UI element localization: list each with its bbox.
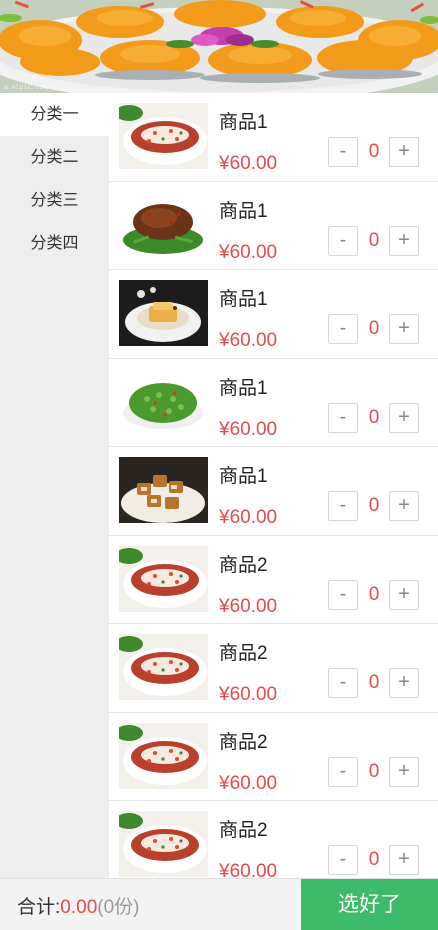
product-image bbox=[119, 545, 208, 612]
increase-button[interactable]: + bbox=[389, 579, 419, 610]
product-price: ¥60.00 bbox=[219, 418, 278, 440]
decrease-button[interactable]: - bbox=[328, 579, 358, 610]
decrease-button[interactable]: - bbox=[328, 314, 358, 344]
product-name: 商品1 bbox=[219, 377, 268, 399]
decrease-button[interactable]: - bbox=[328, 491, 358, 521]
cart-footer: 合计:0.00(0份) 选好了 bbox=[0, 878, 438, 930]
product-name: 商品2 bbox=[219, 554, 268, 576]
decrease-button[interactable]: - bbox=[328, 402, 358, 433]
product-name: 商品1 bbox=[219, 466, 268, 487]
quantity-value: 0 bbox=[368, 229, 380, 251]
product-price: ¥60.00 bbox=[219, 772, 278, 794]
product-image bbox=[119, 811, 208, 877]
product-image bbox=[119, 280, 208, 346]
sidebar-item-category-2[interactable]: 分类二 bbox=[0, 136, 109, 179]
increase-button[interactable]: + bbox=[389, 402, 419, 433]
product-item: 商品1 ¥60.00 - 0 + bbox=[109, 270, 438, 359]
quantity-value: 0 bbox=[368, 672, 380, 693]
product-price: ¥60.00 bbox=[219, 507, 278, 528]
product-price: ¥60.00 bbox=[219, 330, 278, 351]
increase-button[interactable]: + bbox=[389, 668, 419, 698]
product-item: 商品2 ¥60.00 - 0 + bbox=[109, 713, 438, 801]
decrease-button[interactable]: - bbox=[328, 668, 358, 698]
quantity-value: 0 bbox=[368, 406, 380, 428]
increase-button[interactable]: + bbox=[389, 225, 419, 256]
product-image bbox=[119, 457, 208, 523]
product-image bbox=[119, 368, 208, 435]
product-image bbox=[119, 634, 208, 700]
decrease-button[interactable]: - bbox=[328, 845, 358, 875]
cart-total: 合计:0.00(0份) bbox=[17, 892, 140, 919]
product-price: ¥60.00 bbox=[219, 153, 278, 174]
confirm-selection-button[interactable]: 选好了 bbox=[301, 879, 438, 930]
quantity-value: 0 bbox=[368, 583, 380, 605]
total-label: 合计: bbox=[17, 897, 61, 918]
product-price: ¥60.00 bbox=[219, 241, 278, 263]
product-item: 商品1 ¥60.00 - 0 + bbox=[109, 359, 438, 447]
sidebar-item-category-1[interactable]: 分类一 bbox=[0, 93, 109, 136]
category-sidebar: 分类一 分类二 分类三 分类四 bbox=[0, 93, 109, 878]
product-item: 商品2 ¥60.00 - 0 + bbox=[109, 536, 438, 624]
product-item: 商品1 ¥60.00 - 0 + bbox=[109, 447, 438, 536]
quantity-value: 0 bbox=[368, 495, 380, 516]
product-image bbox=[119, 191, 208, 258]
product-item: 商品1 ¥60.00 - 0 + bbox=[109, 93, 438, 182]
decrease-button[interactable]: - bbox=[328, 225, 358, 256]
product-item: 商品2 ¥60.00 - 0 + bbox=[109, 801, 438, 878]
product-item: 商品2 ¥60.00 - 0 + bbox=[109, 624, 438, 713]
product-image bbox=[119, 722, 208, 789]
quantity-value: 0 bbox=[368, 849, 380, 870]
product-price: ¥60.00 bbox=[219, 595, 278, 617]
sidebar-item-category-3[interactable]: 分类三 bbox=[0, 179, 109, 222]
increase-button[interactable]: + bbox=[389, 756, 419, 787]
increase-button[interactable]: + bbox=[389, 314, 419, 344]
quantity-value: 0 bbox=[368, 760, 380, 782]
product-name: 商品1 bbox=[219, 289, 268, 310]
sidebar-item-category-4[interactable]: 分类四 bbox=[0, 222, 109, 265]
product-name: 商品2 bbox=[219, 643, 268, 664]
quantity-value: 0 bbox=[368, 141, 380, 162]
product-item: 商品1 ¥60.00 - 0 + bbox=[109, 182, 438, 270]
banner-watermark: w.nipic.com/t bbox=[4, 84, 55, 91]
product-price: ¥60.00 bbox=[219, 861, 278, 878]
total-count: (0份) bbox=[97, 897, 140, 918]
decrease-button[interactable]: - bbox=[328, 756, 358, 787]
product-name: 商品2 bbox=[219, 820, 268, 841]
total-amount: 0.00 bbox=[60, 897, 98, 918]
increase-button[interactable]: + bbox=[389, 845, 419, 875]
increase-button[interactable]: + bbox=[389, 137, 419, 167]
product-price: ¥60.00 bbox=[219, 684, 278, 705]
banner-image: w.nipic.com/t bbox=[0, 0, 438, 93]
product-name: 商品2 bbox=[219, 731, 268, 753]
increase-button[interactable]: + bbox=[389, 491, 419, 521]
decrease-button[interactable]: - bbox=[328, 137, 358, 167]
product-name: 商品1 bbox=[219, 112, 268, 133]
product-image bbox=[119, 103, 208, 169]
quantity-value: 0 bbox=[368, 318, 380, 339]
product-list[interactable]: 商品1 ¥60.00 - 0 + 商品1 ¥60.00 - 0 + 商品1 ¥6… bbox=[109, 93, 438, 878]
product-name: 商品1 bbox=[219, 200, 268, 222]
